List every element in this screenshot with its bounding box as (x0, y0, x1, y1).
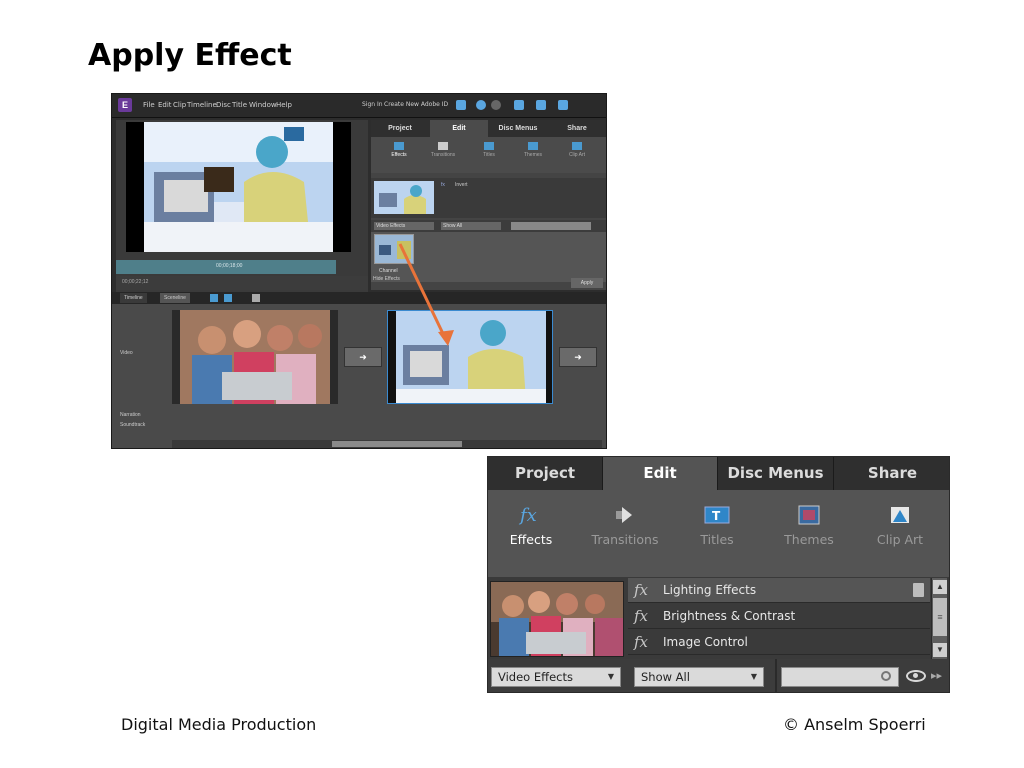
search-input[interactable] (781, 667, 899, 687)
divider (775, 659, 777, 692)
filter-dropdown-value: Show All (641, 670, 690, 684)
effect-name: Lighting Effects (663, 583, 757, 597)
chevron-down-icon: ▼ (607, 672, 614, 681)
scroll-down-icon[interactable]: ▼ (933, 643, 947, 657)
chevron-down-icon: ▼ (750, 672, 757, 681)
effect-row-image-control[interactable]: fx Image Control (628, 630, 930, 655)
effect-row-lighting[interactable]: fx Lighting Effects (628, 578, 930, 603)
tool-effects[interactable]: fx Effects (488, 502, 576, 547)
svg-text:T: T (712, 509, 721, 523)
eye-icon[interactable] (906, 670, 926, 682)
fx-icon: fx (516, 502, 546, 528)
category-dropdown[interactable]: Video Effects ▼ (491, 667, 621, 687)
tab-project[interactable]: Project (488, 457, 603, 490)
category-dropdown-value: Video Effects (498, 670, 573, 684)
transitions-icon (610, 502, 640, 528)
filter-bar: Video Effects ▼ Show All ▼ ▸▸ (488, 659, 949, 692)
scroll-up-icon[interactable]: ▲ (933, 580, 947, 594)
more-icon[interactable]: ▸▸ (931, 669, 942, 682)
scroll-thumb[interactable]: ≡ (933, 598, 947, 636)
footer-course: Digital Media Production (121, 715, 317, 734)
slide-title: Apply Effect (88, 38, 292, 73)
tool-clip-art-label: Clip Art (876, 532, 924, 547)
effect-row-brightness[interactable]: fx Brightness & Contrast (628, 604, 930, 629)
tool-titles-label: Titles (700, 532, 734, 547)
fx-icon: fx (634, 607, 649, 625)
tool-themes[interactable]: Themes (764, 502, 854, 547)
effects-list: fx Lighting Effects fx Brightness & Cont… (628, 578, 930, 659)
tool-clip-art[interactable]: Clip Art (855, 502, 945, 547)
fx-icon: fx (634, 633, 649, 651)
panel-tabs: Project Edit Disc Menus Share (488, 457, 949, 490)
themes-icon (794, 502, 824, 528)
drag-arrow-annotation (398, 243, 454, 346)
clip-art-icon (885, 502, 915, 528)
svg-text:fx: fx (518, 505, 537, 526)
applied-effects-list: fx Lighting Effects fx Brightness & Cont… (488, 578, 949, 659)
footer-copyright: © Anselm Spoerri (783, 715, 926, 734)
fx-icon: fx (634, 581, 649, 599)
tool-transitions-label: Transitions (591, 532, 659, 547)
selected-clip-thumbnail (490, 581, 624, 657)
effect-name: Image Control (663, 635, 748, 649)
effect-name: Brightness & Contrast (663, 609, 796, 623)
vertical-scrollbar[interactable]: ▲ ≡ ▼ (931, 578, 947, 659)
tool-themes-label: Themes (784, 532, 834, 547)
premiere-elements-window: E File Edit Clip Timeline Disc Title Win… (111, 93, 607, 449)
edit-panel-zoomed: Project Edit Disc Menus Share fx Effects… (487, 456, 950, 693)
tab-share[interactable]: Share (834, 457, 949, 490)
titles-icon: T (702, 502, 732, 528)
edit-tools-row: fx Effects Transitions T Titles Themes C… (488, 490, 949, 578)
tool-transitions[interactable]: Transitions (580, 502, 670, 547)
filter-dropdown[interactable]: Show All ▼ (634, 667, 764, 687)
search-icon (881, 671, 891, 681)
tab-disc-menus[interactable]: Disc Menus (718, 457, 834, 490)
trash-icon[interactable] (913, 583, 924, 597)
tool-effects-label: Effects (509, 532, 553, 547)
tab-edit[interactable]: Edit (603, 457, 718, 490)
tool-titles[interactable]: T Titles (672, 502, 762, 547)
